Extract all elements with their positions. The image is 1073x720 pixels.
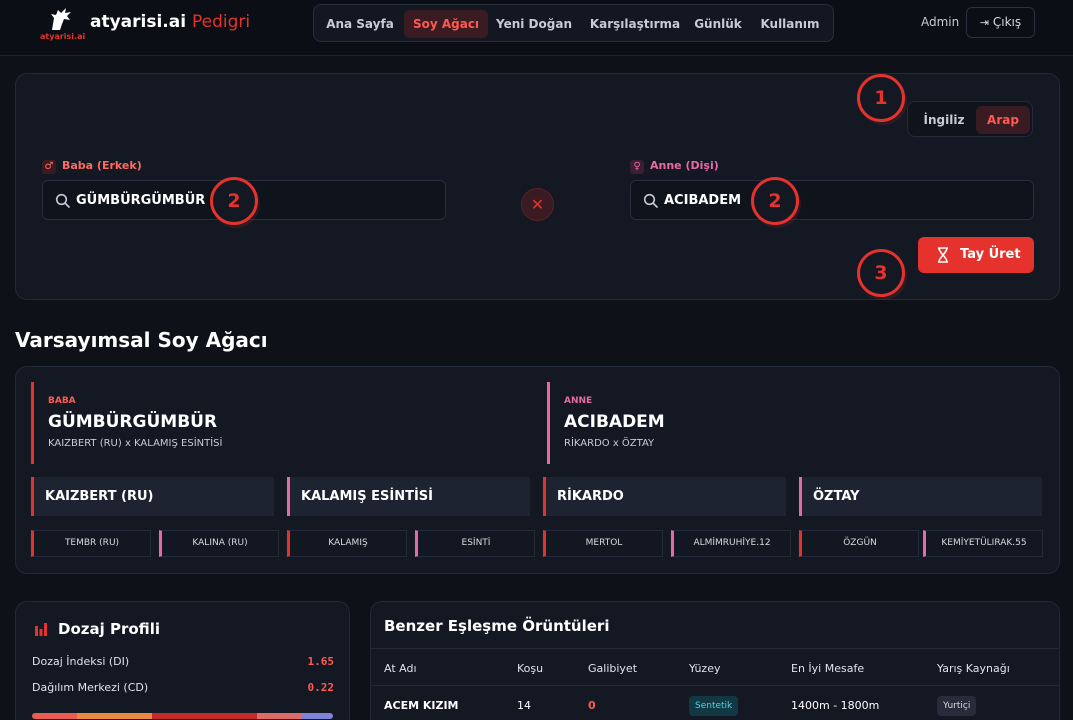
grandparent-2[interactable]: KALAMIŞ ESİNTİSİ (287, 477, 530, 516)
male-icon: ♂ (42, 160, 56, 174)
dosage-segment (302, 713, 333, 719)
sire-parents: KAIZBERT (RU) x KALAMIŞ ESİNTİSİ (48, 438, 223, 449)
dosage-cd-label: Dağılım Merkezi (CD) (32, 681, 149, 694)
logout-icon: ⇥ (979, 16, 990, 29)
dam-label-text: Anne (Dişi) (650, 159, 719, 172)
search-icon (643, 193, 659, 209)
grandparent-1[interactable]: KAIZBERT (RU) (31, 477, 274, 516)
dosage-segment (77, 713, 152, 719)
dosage-title: Dozaj Profili (58, 620, 161, 638)
dosage-segment (257, 713, 302, 719)
sire-card[interactable]: BABA GÜMBÜRGÜMBÜR KAIZBERT (RU) x KALAMI… (31, 382, 531, 464)
table-row-distance: 1400m - 1800m (791, 699, 880, 712)
grandparent-3[interactable]: RİKARDO (543, 477, 786, 516)
dosage-profile-bar (32, 713, 333, 719)
dam-tag: ANNE (564, 396, 593, 406)
bar-chart-icon (35, 623, 47, 636)
horse-logo-icon (51, 8, 71, 30)
logout-label: Çıkış (992, 15, 1022, 29)
surface-badge: Sentetik (689, 696, 739, 716)
female-icon: ♀ (630, 160, 644, 174)
step-badge-3: 3 (857, 249, 905, 297)
step-badge-2-dam: 2 (751, 177, 799, 225)
brand-title[interactable]: atyarisi.ai Pedigri (90, 12, 250, 32)
step-badge-1: 1 (857, 74, 905, 122)
nav-yeni-dogan[interactable]: Yeni Doğan (490, 10, 578, 38)
nav-ana-sayfa[interactable]: Ana Sayfa (318, 10, 402, 38)
sire-input-value: GÜMBÜRGÜMBÜR (76, 193, 206, 208)
breed-toggle: İngiliz Arap (907, 101, 1033, 137)
great-grandparent-6[interactable]: ALMİMRUHİYE.12 (671, 530, 791, 557)
col-header-wins: Galibiyet (588, 662, 638, 675)
sire-label: ♂ Baba (Erkek) (42, 159, 142, 174)
grandparent-4[interactable]: ÖZTAY (799, 477, 1042, 516)
great-grandparent-4[interactable]: ESİNTİ (415, 530, 535, 557)
table-row-name[interactable]: ACEM KIZIM (384, 699, 459, 712)
generate-foal-button[interactable]: Tay Üret (918, 237, 1034, 273)
nav-kullanim[interactable]: Kullanım (752, 10, 828, 38)
source-badge: Yurtiçi (937, 696, 977, 716)
user-name: Admin (921, 15, 960, 29)
dosage-segment (152, 713, 257, 719)
great-grandparent-2[interactable]: KALINA (RU) (159, 530, 279, 557)
logo-text: atyarisi.ai (40, 32, 85, 41)
dosage-di-label: Dozaj İndeksi (DI) (32, 655, 130, 668)
dam-search-input[interactable]: ACIBADEM (630, 180, 1034, 220)
nav-karsilastirma[interactable]: Karşılaştırma (580, 10, 690, 38)
dam-name: ACIBADEM (564, 412, 665, 432)
similar-title: Benzer Eşleşme Örüntüleri (384, 617, 610, 635)
top-header: atyarisi.ai atyarisi.ai Pedigri Ana Sayf… (0, 0, 1073, 56)
breed-option-arap[interactable]: Arap (976, 106, 1030, 134)
nav-gunluk[interactable]: Günlük (690, 10, 746, 38)
nav-soy-agaci[interactable]: Soy Ağacı (404, 10, 488, 38)
logo[interactable]: atyarisi.ai (40, 6, 85, 42)
sire-name: GÜMBÜRGÜMBÜR (48, 412, 218, 432)
pedigree-title: Varsayımsal Soy Ağacı (15, 328, 268, 352)
dam-parents: RİKARDO x ÖZTAY (564, 438, 655, 449)
logout-button[interactable]: ⇥ Çıkış (966, 7, 1035, 38)
search-icon (55, 193, 71, 209)
sire-label-text: Baba (Erkek) (62, 159, 142, 172)
dna-icon (938, 247, 948, 263)
great-grandparent-5[interactable]: MERTOL (543, 530, 663, 557)
dam-label: ♀ Anne (Dişi) (630, 159, 719, 174)
col-header-distance: En İyi Mesafe (791, 662, 865, 675)
step-badge-2-sire: 2 (210, 177, 258, 225)
col-header-runs: Koşu (517, 662, 544, 675)
generate-label: Tay Üret (960, 247, 1021, 262)
breed-option-ingiliz[interactable]: İngiliz (914, 106, 974, 134)
col-header-surface: Yüzey (689, 662, 721, 675)
great-grandparent-7[interactable]: ÖZGÜN (799, 530, 919, 557)
col-header-name: At Adı (384, 662, 417, 675)
table-row-wins: 0 (588, 699, 596, 712)
logo-text-value: atyarisi.ai (40, 32, 86, 41)
brand-name: atyarisi.ai (90, 12, 187, 32)
col-header-source: Yarış Kaynağı (937, 662, 1010, 675)
dam-card[interactable]: ANNE ACIBADEM RİKARDO x ÖZTAY (547, 382, 1043, 464)
dosage-di-value: 1.65 (307, 655, 335, 668)
dam-input-value: ACIBADEM (664, 193, 742, 208)
dosage-cd-value: 0.22 (307, 681, 335, 694)
cross-icon[interactable]: ✕ (521, 188, 554, 221)
main-nav: Ana Sayfa Soy Ağacı Yeni Doğan Karşılaşt… (313, 4, 834, 42)
brand-suffix: Pedigri (192, 12, 251, 32)
great-grandparent-1[interactable]: TEMBR (RU) (31, 530, 151, 557)
great-grandparent-3[interactable]: KALAMIŞ (287, 530, 407, 557)
great-grandparent-8[interactable]: KEMİYETÜLIRAK.55 (923, 530, 1043, 557)
table-row-runs: 14 (517, 699, 531, 712)
dosage-segment (32, 713, 77, 719)
divider (370, 685, 1060, 686)
divider (370, 648, 1060, 649)
sire-tag: BABA (48, 396, 76, 406)
